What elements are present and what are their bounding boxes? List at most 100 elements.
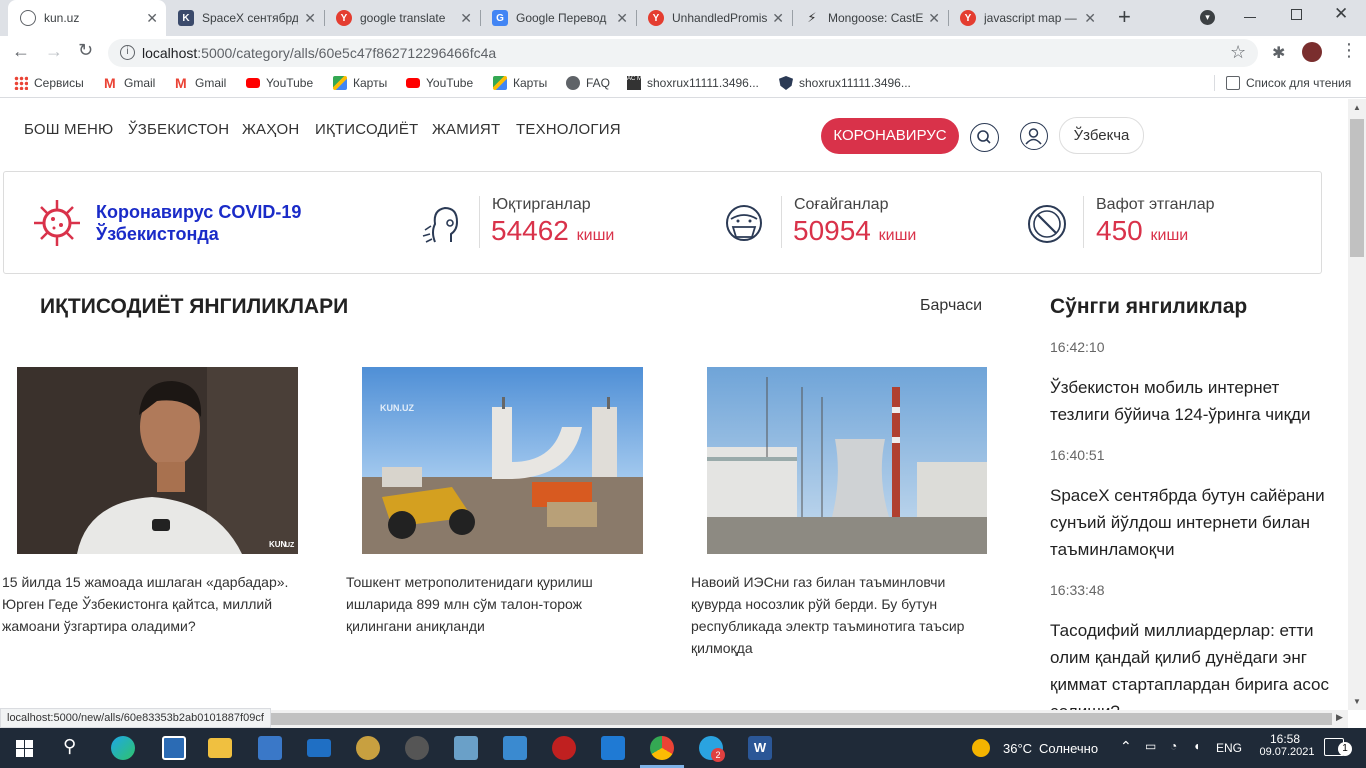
info-icon[interactable]: i <box>120 45 135 60</box>
bookmark-gmail-1[interactable]: M Gmail <box>104 76 155 90</box>
back-arrow-icon[interactable]: ← <box>12 41 30 62</box>
windows-start-icon[interactable] <box>16 740 33 757</box>
tab-title: UnhandledPromis <box>672 11 768 25</box>
bookmark-shield[interactable]: shoxrux11111.3496... <box>779 76 911 90</box>
store-icon[interactable] <box>258 736 282 760</box>
word-icon[interactable]: W <box>748 736 772 760</box>
bookmark-faq[interactable]: FAQ <box>566 76 610 90</box>
vscode-icon[interactable] <box>601 736 625 760</box>
news-item-1[interactable]: Ўзбекистон мобиль интернет тезлиги бўйич… <box>1050 374 1340 428</box>
profile-avatar[interactable] <box>1302 42 1322 62</box>
nav-technology[interactable]: ТЕХНОЛОГИЯ <box>516 121 621 138</box>
news-item-3[interactable]: Тасодифий миллиардерлар: етти олим қанда… <box>1050 617 1340 710</box>
close-window-icon[interactable]: ✕ <box>1334 4 1348 24</box>
app-icon-2[interactable] <box>405 736 429 760</box>
extensions-puzzle-icon[interactable]: ✱ <box>1272 43 1285 63</box>
nav-world[interactable]: ЖАҲОН <box>242 121 299 138</box>
tab-title: google translate <box>360 11 446 25</box>
bookmark-services[interactable]: Сервисы <box>14 76 84 90</box>
tray-chevron-icon[interactable]: ⌃ <box>1120 738 1132 755</box>
close-tab-icon[interactable]: ✕ <box>616 10 628 27</box>
article-title-3[interactable]: Навоий ИЭСни газ билан таъминловчи қувур… <box>691 571 991 659</box>
tab-javascript-map[interactable]: Y javascript map — ✕ <box>948 0 1104 36</box>
scroll-down-icon[interactable]: ▼ <box>1353 697 1361 706</box>
nav-uzbekistan[interactable]: ЎЗБЕКИСТОН <box>128 121 229 138</box>
bolt-icon: ⚡ <box>807 10 817 25</box>
bookmark-gmail-2[interactable]: M Gmail <box>175 76 226 90</box>
virus-icon <box>34 200 80 246</box>
app-icon-3[interactable] <box>454 736 478 760</box>
search-button[interactable] <box>970 123 999 152</box>
battery-icon[interactable]: ▭ <box>1145 739 1156 753</box>
menu-dots-icon[interactable]: ⋮ <box>1340 40 1358 61</box>
power-app-icon[interactable] <box>552 736 576 760</box>
article-image-3[interactable] <box>707 367 987 554</box>
app-icon-1[interactable] <box>356 736 380 760</box>
file-explorer-icon[interactable] <box>208 738 232 758</box>
app-icon-4[interactable] <box>503 736 527 760</box>
new-tab-icon[interactable]: + <box>1118 4 1131 30</box>
maps-icon <box>493 76 507 90</box>
all-news-link[interactable]: Барчаси <box>920 297 982 315</box>
scrollbar-thumb[interactable] <box>1350 119 1364 257</box>
close-tab-icon[interactable]: ✕ <box>460 10 472 27</box>
close-tab-icon[interactable]: ✕ <box>772 10 784 27</box>
reload-icon[interactable]: ↻ <box>78 40 93 61</box>
nav-home[interactable]: БОШ МЕНЮ <box>24 121 113 138</box>
close-tab-icon[interactable]: ✕ <box>304 10 316 27</box>
scroll-up-icon[interactable]: ▲ <box>1353 103 1361 112</box>
yandex-icon: Y <box>336 10 352 26</box>
tab-google-perevod[interactable]: G Google Перевод ✕ <box>480 0 636 36</box>
weather-text[interactable]: Солнечно <box>1039 741 1098 756</box>
close-tab-icon[interactable]: ✕ <box>146 10 158 27</box>
minimize-icon[interactable] <box>1244 17 1256 18</box>
bookmark-star-icon[interactable]: ☆ <box>1230 42 1246 63</box>
bookmark-maps-2[interactable]: Карты <box>493 76 547 90</box>
user-account-button[interactable] <box>1020 122 1048 150</box>
tab-spacex[interactable]: K SpaceX сентябрд ✕ <box>166 0 324 36</box>
volume-icon[interactable]: ◖ <box>1193 739 1200 753</box>
coronavirus-button[interactable]: КОРОНАВИРУС <box>821 118 959 154</box>
clock[interactable]: 16:58 09.07.2021 <box>1259 732 1314 758</box>
bookmark-maps-1[interactable]: Карты <box>333 76 387 90</box>
wifi-icon[interactable]: ◔ <box>1170 739 1177 753</box>
article-image-1[interactable]: KUN UZ <box>17 367 298 554</box>
language-button[interactable]: Ўзбекча <box>1059 117 1144 154</box>
news-item-2[interactable]: SpaceX сентябрда бутун сайёрани сунъий й… <box>1050 482 1340 563</box>
close-tab-icon[interactable]: ✕ <box>1084 10 1096 27</box>
forward-arrow-icon[interactable]: → <box>45 41 63 62</box>
covid-title[interactable]: Коронавирус COVID-19 Ўзбекистонда <box>96 201 301 245</box>
close-tab-icon[interactable]: ✕ <box>928 10 940 27</box>
tab-unhandled-promise[interactable]: Y UnhandledPromis ✕ <box>636 0 792 36</box>
yandex-icon: Y <box>648 10 664 26</box>
chrome-icon[interactable] <box>650 736 674 760</box>
article-title-2[interactable]: Тошкент метрополитенидаги қурилиш ишлари… <box>346 571 646 637</box>
weather-temp[interactable]: 36°C <box>1003 741 1032 756</box>
language-indicator[interactable]: ENG <box>1216 741 1242 755</box>
url-text[interactable]: localhost:5000/category/alls/60e5c47f862… <box>142 45 496 61</box>
gmail-icon: M <box>175 75 187 91</box>
edge-icon[interactable] <box>111 736 135 760</box>
tab-title: javascript map — <box>984 11 1077 25</box>
vertical-scrollbar[interactable]: ▲ ▼ <box>1348 99 1366 710</box>
article-image-2[interactable]: KUN.UZ <box>362 367 643 554</box>
tab-search-icon[interactable]: ▾ <box>1200 10 1215 25</box>
article-title-1[interactable]: 15 йилда 15 жамоада ишлаган «дарбадар». … <box>2 571 302 637</box>
address-bar[interactable]: i localhost:5000/category/alls/60e5c47f8… <box>108 39 1258 67</box>
bookmark-acmp[interactable]: AC MP shoxrux11111.3496... <box>627 76 759 90</box>
covid-stats-panel: Коронавирус COVID-19 Ўзбекистонда Юқтирг… <box>3 171 1322 274</box>
scroll-right-icon[interactable]: ▶ <box>1336 712 1343 723</box>
reading-list-button[interactable]: Список для чтения <box>1226 76 1351 90</box>
bookmark-youtube-1[interactable]: YouTube <box>246 76 313 90</box>
nav-economy[interactable]: ИҚТИСОДИЁТ <box>315 121 418 138</box>
tab-kun-uz[interactable]: kun.uz ✕ <box>8 0 166 36</box>
search-icon[interactable]: ⚲ <box>63 736 76 757</box>
tab-mongoose[interactable]: ⚡ Mongoose: CastE ✕ <box>792 0 948 36</box>
mail-icon[interactable] <box>307 739 331 757</box>
bookmark-youtube-2[interactable]: YouTube <box>406 76 473 90</box>
restore-icon[interactable] <box>1291 9 1302 20</box>
tab-google-translate-search[interactable]: Y google translate ✕ <box>324 0 480 36</box>
masked-person-icon <box>726 205 762 241</box>
task-view-icon[interactable] <box>162 736 186 760</box>
nav-society[interactable]: ЖАМИЯТ <box>432 121 500 138</box>
